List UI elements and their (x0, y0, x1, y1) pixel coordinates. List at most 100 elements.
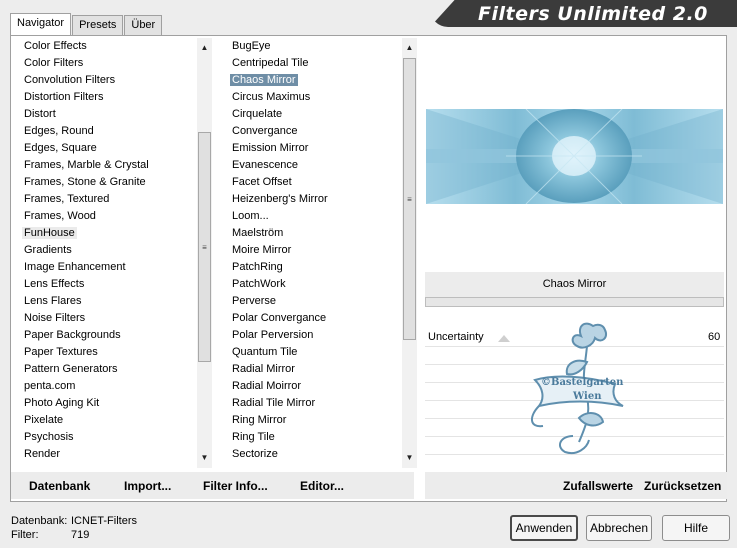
list-item[interactable]: Ring Mirror (226, 412, 401, 429)
list-item[interactable]: Centripedal Tile (226, 55, 401, 72)
random-values-button[interactable]: Zufallswerte (563, 479, 633, 493)
list-item[interactable]: Gradients (18, 242, 196, 259)
list-item[interactable]: Radial Tile Mirror (226, 395, 401, 412)
list-item[interactable]: BugEye (226, 38, 401, 55)
watermark-text: Wien (573, 391, 602, 402)
list-item[interactable]: Render (18, 446, 196, 463)
list-item-label: Radial Mirror (232, 363, 295, 375)
list-item[interactable]: Heizenberg's Mirror (226, 191, 401, 208)
list-item-label: Paper Textures (24, 346, 98, 358)
list-item[interactable]: PatchWork (226, 276, 401, 293)
list-item[interactable]: Photo Aging Kit (18, 395, 196, 412)
list-item-label: Cirquelate (232, 108, 283, 120)
list-item[interactable]: Psychosis (18, 429, 196, 446)
tab-navigator[interactable]: Navigator (10, 13, 72, 35)
list-item-label: Loom... (232, 210, 269, 222)
list-item[interactable]: Pixelate (18, 412, 196, 429)
list-item[interactable]: Chaos Mirror (226, 72, 401, 89)
list-item[interactable]: Sectorize (226, 446, 401, 463)
list-item[interactable]: Ring Tile (226, 429, 401, 446)
reset-button[interactable]: Zurücksetzen (644, 479, 721, 493)
tab-presets[interactable]: Presets (72, 15, 124, 35)
scroll-down-arrow-icon[interactable]: ▼ (197, 451, 212, 465)
list-item-label: Frames, Marble & Crystal (24, 159, 149, 171)
list-item[interactable]: Edges, Round (18, 123, 196, 140)
list-item[interactable]: Radial Mirror (226, 361, 401, 378)
list-item[interactable]: Circus Maximus (226, 89, 401, 106)
list-item-label: Sectorize (232, 448, 278, 460)
tab-bar: Navigator Presets Über (10, 13, 163, 35)
param-slider-handle[interactable] (498, 335, 510, 342)
list-item[interactable]: Evanescence (226, 157, 401, 174)
scroll-down-arrow-icon[interactable]: ▼ (402, 451, 417, 465)
list-item[interactable]: Noise Filters (18, 310, 196, 327)
list-item[interactable]: PatchRing (226, 259, 401, 276)
filter-list[interactable]: BugEye Centripedal Tile Chaos Mirror Circus… (226, 38, 401, 470)
list-item-label: Heizenberg's Mirror (232, 193, 328, 205)
list-item[interactable]: Emission Mirror (226, 140, 401, 157)
param-value-uncertainty[interactable]: 60 (708, 331, 720, 343)
import-button[interactable]: Import... (124, 479, 171, 493)
list-item[interactable]: Lens Effects (18, 276, 196, 293)
list-item[interactable]: Paper Textures (18, 344, 196, 361)
list-item[interactable]: Pattern Generators (18, 361, 196, 378)
status-database-label: Datenbank: (11, 515, 68, 527)
category-scrollbar[interactable]: ▲ ≡ ▼ (197, 38, 212, 468)
list-item-label: Color Filters (24, 57, 84, 69)
list-item[interactable]: Convergance (226, 123, 401, 140)
list-item[interactable]: Paper Backgrounds (18, 327, 196, 344)
list-item[interactable]: Image Enhancement (18, 259, 196, 276)
help-button[interactable]: Hilfe (662, 515, 730, 541)
list-item[interactable]: Frames, Wood (18, 208, 196, 225)
list-item[interactable]: Convolution Filters (18, 72, 196, 89)
list-item[interactable]: Lens Flares (18, 293, 196, 310)
cancel-button[interactable]: Abbrechen (586, 515, 652, 541)
list-item-label: FunHouse (22, 227, 77, 239)
list-item[interactable]: Distortion Filters (18, 89, 196, 106)
list-item[interactable]: Facet Offset (226, 174, 401, 191)
list-item[interactable]: Loom... (226, 208, 401, 225)
list-item-label: Facet Offset (232, 176, 292, 188)
list-item[interactable]: Edges, Square (18, 140, 196, 157)
list-item[interactable]: Radial Moirror (226, 378, 401, 395)
list-item[interactable]: Color Effects (18, 38, 196, 55)
list-item-label: penta.com (24, 380, 76, 392)
scroll-up-arrow-icon[interactable]: ▲ (402, 41, 417, 55)
list-item[interactable]: Distort (18, 106, 196, 123)
list-item[interactable]: Frames, Marble & Crystal (18, 157, 196, 174)
list-item[interactable]: Polar Convergance (226, 310, 401, 327)
list-item-label: Color Effects (24, 40, 87, 52)
list-item[interactable]: Cirquelate (226, 106, 401, 123)
list-item[interactable]: Quantum Tile (226, 344, 401, 361)
list-item-label: BugEye (232, 40, 271, 52)
list-item[interactable]: FunHouse (18, 225, 196, 242)
filter-info-button[interactable]: Filter Info... (203, 479, 268, 493)
list-item-label: Convolution Filters (24, 74, 116, 86)
category-list[interactable]: Color Effects Color Filters Convolution Fi… (18, 38, 196, 466)
editor-button[interactable]: Editor... (300, 479, 344, 493)
list-item[interactable]: Frames, Textured (18, 191, 196, 208)
list-item-label: Perverse (232, 295, 277, 307)
scroll-thumb[interactable]: ≡ (198, 132, 211, 362)
list-item[interactable]: Polar Perversion (226, 327, 401, 344)
list-item-label: Noise Filters (24, 312, 86, 324)
bastelgarten-watermark-logo (531, 322, 624, 454)
list-item-label: Gradients (24, 244, 72, 256)
preview-zoom-slider[interactable] (425, 297, 724, 307)
status-database-value: ICNET-Filters (71, 515, 137, 527)
list-item[interactable]: Moire Mirror (226, 242, 401, 259)
list-item-label: Edges, Round (24, 125, 94, 137)
list-item[interactable]: penta.com (18, 378, 196, 395)
list-item[interactable]: Maelström (226, 225, 401, 242)
list-item[interactable]: Frames, Stone & Granite (18, 174, 196, 191)
scroll-thumb[interactable]: ≡ (403, 58, 416, 340)
scroll-up-arrow-icon[interactable]: ▲ (197, 41, 212, 55)
filter-scrollbar[interactable]: ▲ ≡ ▼ (402, 38, 417, 468)
database-button[interactable]: Datenbank (29, 479, 90, 493)
list-item[interactable]: Color Filters (18, 55, 196, 72)
apply-button[interactable]: Anwenden (510, 515, 578, 541)
param-label-uncertainty: Uncertainty (428, 331, 484, 343)
tab-ueber[interactable]: Über (124, 15, 163, 35)
list-item[interactable]: Perverse (226, 293, 401, 310)
list-item-label: Quantum Tile (232, 346, 298, 358)
